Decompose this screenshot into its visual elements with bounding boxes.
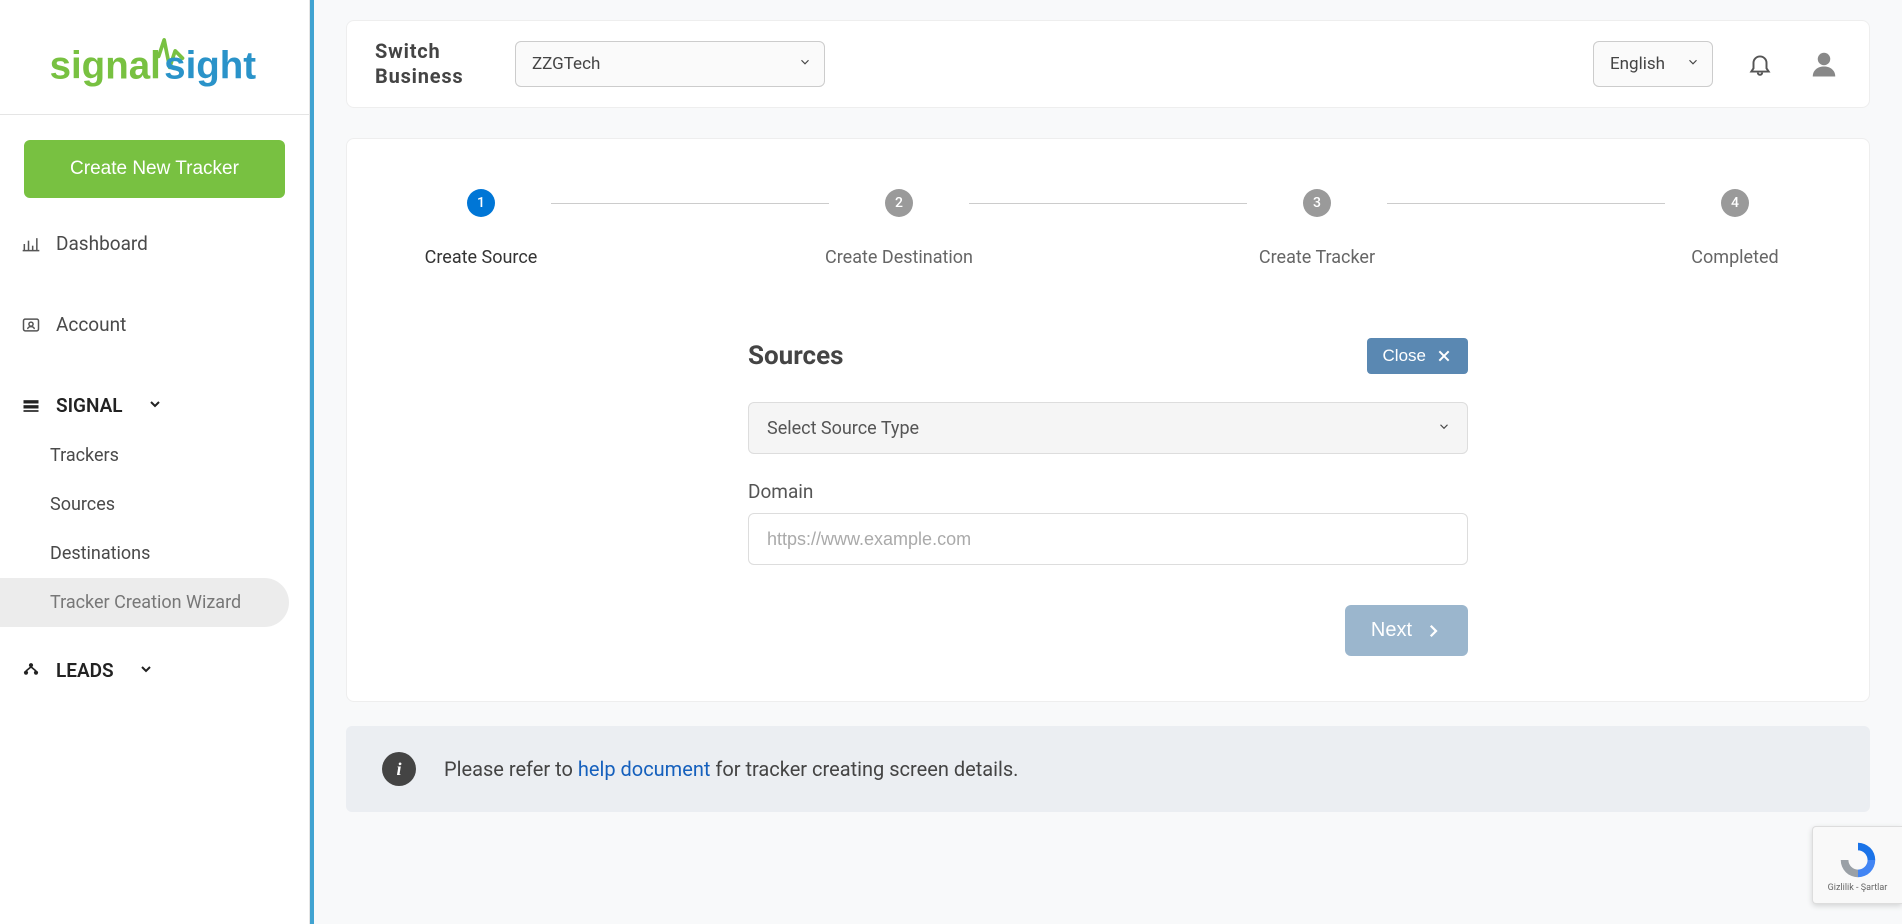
sidebar-item-tracker-wizard[interactable]: Tracker Creation Wizard (0, 578, 289, 627)
chevron-down-icon (1437, 418, 1451, 439)
info-icon: i (382, 752, 416, 786)
sidebar-item-sources[interactable]: Sources (0, 480, 309, 529)
sidebar-item-trackers[interactable]: Trackers (0, 431, 309, 480)
source-type-select[interactable]: Select Source Type (748, 402, 1468, 454)
switch-business-label: Switch Business (375, 39, 485, 89)
info-text-pre: Please refer to (444, 757, 578, 781)
topbar: Switch Business ZZGTech English (346, 20, 1870, 108)
language-select[interactable]: English (1593, 41, 1713, 87)
step-2: 2 Create Destination (829, 189, 969, 268)
nav-label: Account (56, 313, 126, 336)
step-4: 4 Completed (1665, 189, 1805, 268)
nav-leads[interactable]: LEADS (0, 645, 309, 696)
step-label: Create Source (425, 247, 538, 268)
wizard-steps: 1 Create Source 2 Create Destination 3 C… (411, 189, 1805, 268)
nav-label: LEADS (56, 659, 114, 682)
form-title: Sources (748, 341, 843, 371)
info-bar: i Please refer to help document for trac… (346, 726, 1870, 812)
step-connector (969, 203, 1247, 204)
step-label: Create Tracker (1259, 247, 1375, 268)
sidebar: signal sight Create New Tracker Dashboar… (0, 0, 310, 924)
main-content: Switch Business ZZGTech English (310, 0, 1902, 924)
chevron-down-icon (1686, 54, 1700, 74)
sidebar-item-destinations[interactable]: Destinations (0, 529, 309, 578)
select-value: English (1610, 54, 1665, 74)
step-label: Completed (1691, 247, 1778, 268)
step-connector (1387, 203, 1665, 204)
nav-signal[interactable]: SIGNAL (0, 380, 309, 431)
select-value: ZZGTech (532, 54, 600, 74)
chevron-down-icon (798, 54, 812, 74)
chevron-down-icon (138, 659, 154, 682)
next-button[interactable]: Next (1345, 605, 1468, 656)
step-connector (551, 203, 829, 204)
step-1: 1 Create Source (411, 189, 551, 268)
step-number: 1 (467, 189, 495, 217)
select-placeholder: Select Source Type (767, 418, 919, 439)
nav-label: Dashboard (56, 232, 148, 255)
nav-label: SIGNAL (56, 394, 123, 417)
svg-text:sight: sight (164, 44, 256, 87)
svg-text:signal: signal (49, 44, 160, 87)
step-number: 2 (885, 189, 913, 217)
notifications-button[interactable] (1743, 47, 1777, 81)
account-icon (20, 314, 42, 336)
leads-icon (20, 660, 42, 682)
dashboard-icon (20, 233, 42, 255)
recaptcha-caption: Gizlilik - Şartlar (1828, 883, 1888, 893)
info-text: Please refer to help document for tracke… (444, 757, 1018, 781)
step-number: 3 (1303, 189, 1331, 217)
step-number: 4 (1721, 189, 1749, 217)
chevron-down-icon (147, 394, 163, 417)
nav-dashboard[interactable]: Dashboard (0, 218, 309, 269)
recaptcha-icon (1835, 837, 1881, 883)
logo: signal sight (0, 0, 309, 115)
signal-icon (20, 395, 42, 417)
source-form: Sources Close Select Source Type Domain … (748, 338, 1468, 656)
nav-account[interactable]: Account (0, 299, 309, 350)
chevron-right-icon (1424, 622, 1442, 640)
domain-input[interactable] (748, 513, 1468, 565)
button-label: Close (1383, 346, 1426, 366)
step-3: 3 Create Tracker (1247, 189, 1387, 268)
step-label: Create Destination (825, 247, 973, 268)
wizard-card: 1 Create Source 2 Create Destination 3 C… (346, 138, 1870, 702)
button-label: Next (1371, 619, 1412, 642)
close-icon (1436, 348, 1452, 364)
create-new-tracker-button[interactable]: Create New Tracker (24, 140, 285, 198)
bell-icon (1747, 51, 1773, 77)
info-text-post: for tracker creating screen details. (710, 757, 1018, 781)
profile-button[interactable] (1807, 47, 1841, 81)
domain-label: Domain (748, 480, 1468, 503)
help-document-link[interactable]: help document (578, 757, 711, 781)
recaptcha-badge: Gizlilik - Şartlar (1812, 826, 1902, 904)
business-select[interactable]: ZZGTech (515, 41, 825, 87)
user-icon (1809, 49, 1839, 79)
close-button[interactable]: Close (1367, 338, 1468, 374)
